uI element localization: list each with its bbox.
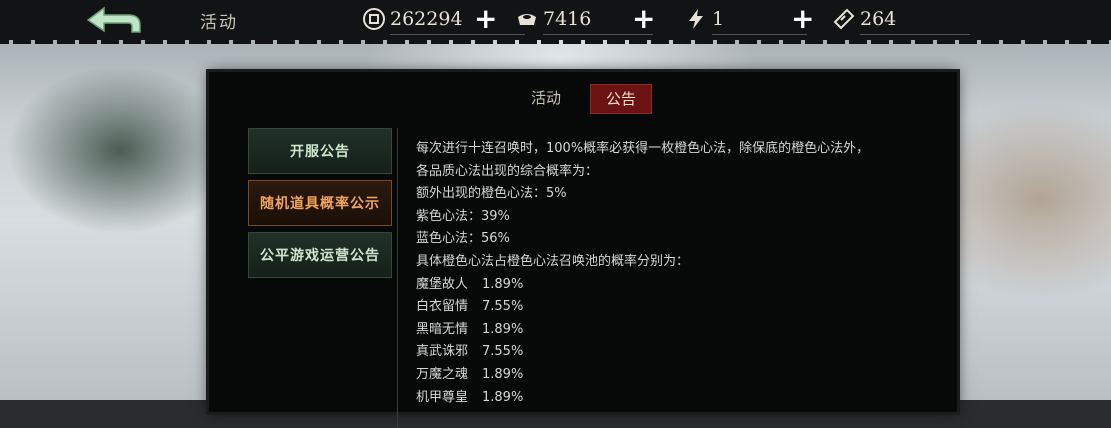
skill-rate: 1.89% [482,276,524,292]
skill-name: 机甲尊皇 [416,389,469,405]
rate-row: 机甲尊皇 1.89% [416,387,936,410]
skill-rate: 7.55% [482,299,524,315]
rate-row: 万魔之魂 1.89% [416,364,936,387]
skill-name: 真武诛邪 [416,344,469,360]
ticket-value: 264 [860,8,897,30]
rate-row: 白衣留情 7.55% [416,296,936,319]
notice-panel: 活动 公告 开服公告 随机道具概率公示 公平游戏运营公告 每次进行十连召唤时，1… [209,72,957,428]
content-line: 蓝色心法：56% [416,231,510,247]
side-item-random-item-probability[interactable]: 随机道具概率公示 [248,180,392,226]
energy-value: 1 [712,8,725,30]
side-item-fair-play-notice[interactable]: 公平游戏运营公告 [248,232,392,278]
content-line: 每次进行十连召唤时，100%概率必获得一枚橙色心法，除保底的橙色心法外， [416,141,870,156]
page-title: 活动 [200,13,238,33]
coin-icon [363,8,385,30]
content-line: 各品质心法出现的综合概率为： [416,163,599,179]
currency-ingot: 7416 + [515,5,655,35]
ingot-icon [518,14,536,25]
skill-name: 万魔之魂 [416,366,469,382]
skill-name: 白衣留情 [416,299,469,315]
divider [397,128,398,428]
coin-value: 262294 [390,8,463,30]
skill-rate: 1.89% [482,389,524,405]
skill-rate: 7.55% [482,344,524,360]
notice-content: 每次进行十连召唤时，100%概率必获得一枚橙色心法，除保底的橙色心法外， 各品质… [416,138,936,409]
rate-row: 黑暗无情 1.89% [416,319,936,342]
content-line: 额外出现的橙色心法：5% [416,186,567,202]
rate-row: 魔堡故人 1.89% [416,274,936,297]
skill-name: 魔堡故人 [416,276,469,292]
content-line: 紫色心法：39% [416,208,510,224]
rate-row: 真武诛邪 7.55% [416,341,936,364]
top-bar: 活动 262294 + 7416 + 1 + 264 [0,0,1111,44]
add-ingot-button[interactable]: + [632,5,655,33]
back-arrow-icon[interactable] [82,4,146,36]
ingot-value: 7416 [543,8,592,30]
add-coin-button[interactable]: + [474,5,497,33]
currency-coin: 262294 + [362,5,525,35]
ticket-icon [833,8,855,30]
tab-notice[interactable]: 公告 [590,84,652,114]
currency-energy: 1 + [684,5,814,35]
currency-ticket: 264 [832,6,970,35]
skill-rate: 1.89% [482,366,524,382]
side-item-server-open-notice[interactable]: 开服公告 [248,128,392,174]
add-energy-button[interactable]: + [791,5,814,33]
panel-tabs: 活动 公告 [209,82,957,116]
skill-rate: 1.89% [482,321,524,337]
tab-activity[interactable]: 活动 [531,84,561,112]
content-line: 具体橙色心法占橙色心法召唤池的概率分别为： [416,253,690,269]
skill-name: 黑暗无情 [416,321,469,337]
energy-icon [689,9,703,29]
